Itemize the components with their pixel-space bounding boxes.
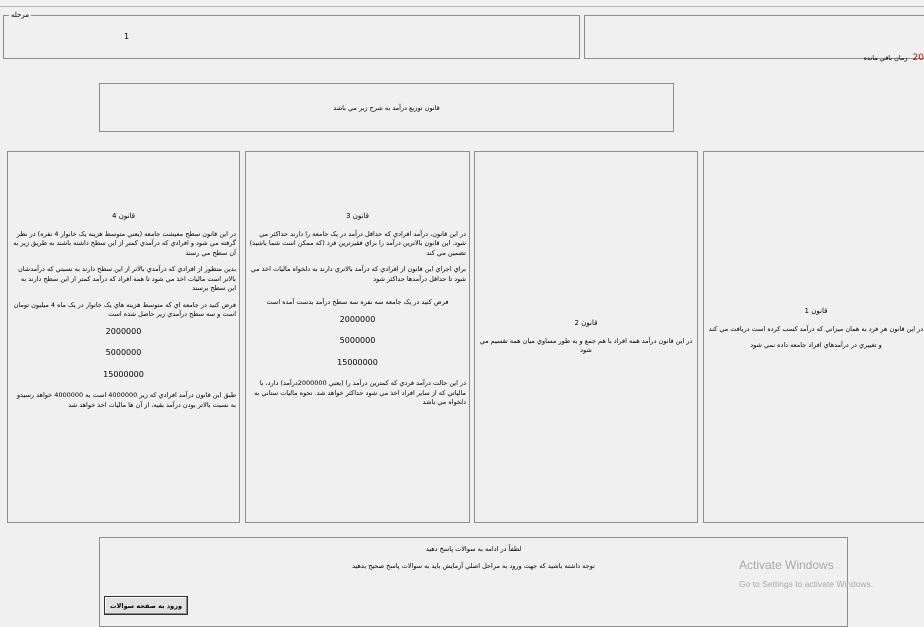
law-4-income-3: 15000000 xyxy=(103,369,144,379)
stage-value: 1 xyxy=(124,32,130,41)
law-3-title: قانون 3 xyxy=(346,212,369,220)
instructions-line-2: توجه داشته باشيد که جهت ورود به مراحل اص… xyxy=(352,562,595,570)
activate-windows-subtitle: Go to Settings to activate Windows. xyxy=(739,579,874,589)
law-4-paragraph-1: در اين قانون سطح معيشت جامعه (يعني متوسط… xyxy=(13,229,236,257)
law-4-paragraph-2: بدين منظور از افرادي که درآمدي بالاتر از… xyxy=(18,265,236,292)
law-4-title: قانون 4 xyxy=(112,212,135,220)
timer-value: 20 xyxy=(912,53,924,63)
timer: 20 زمان باقي مانده xyxy=(864,53,924,63)
intro-text: قانون توزيع درآمد به شرح زير مي باشد xyxy=(333,103,440,112)
law-1-title: قانون 1 xyxy=(804,307,828,315)
law-2-paragraph-1: در اين قانون درآمد همه افراد با هم جمع و… xyxy=(479,336,693,355)
top-divider xyxy=(0,6,924,7)
law-4-income-2: 5000000 xyxy=(105,348,142,357)
instructions-line-1: لطفاً در ادامه به سوالات پاسخ دهيد xyxy=(425,545,522,553)
law-3-panel: قانون 3 در اين قانون، درآمد افرادي که حد… xyxy=(245,151,470,523)
stage-groupbox xyxy=(3,15,580,59)
timer-label: زمان باقي مانده xyxy=(863,54,908,62)
law-3-paragraph-2: براي اجراي اين قانون از افرادي که درآمد … xyxy=(250,265,466,283)
law-3-paragraph-1: در اين قانون، درآمد افرادي که حداقل درآم… xyxy=(249,229,466,257)
law-4-paragraph-4: طبق اين قانون درآمد افرادي که زير 400000… xyxy=(16,391,236,409)
law-1-paragraph-1: در اين قانون هر فرد به همان ميزاني که در… xyxy=(708,324,924,333)
instructions-box: لطفاً در ادامه به سوالات پاسخ دهيد توجه … xyxy=(99,537,848,627)
law-3-income-3: 15000000 xyxy=(337,357,378,367)
go-to-questions-button[interactable]: ورود به صفحه سوالات xyxy=(104,596,188,615)
law-4-income-1: 2000000 xyxy=(105,326,142,336)
law-4-panel: قانون 4 در اين قانون سطح معيشت جامعه (يع… xyxy=(7,151,240,523)
law-2-title: قانون 2 xyxy=(574,319,598,327)
activate-windows-title: Activate Windows xyxy=(739,558,834,572)
law-3-income-2: 5000000 xyxy=(339,336,376,345)
law-4-paragraph-3: فرض کنيد در جامعه اي که متوسط هزينه هاي … xyxy=(13,300,236,319)
law-1-paragraph-2: و تغييري در درآمدهاي افراد جامعه داده نم… xyxy=(750,341,882,349)
law-3-paragraph-3: فرض کنيد در يک جامعه سه نفره سه سطح درآم… xyxy=(266,298,449,306)
law-2-panel: قانون 2 در اين قانون درآمد همه افراد با … xyxy=(474,151,698,523)
stage-legend: مرحله xyxy=(9,11,32,19)
timer-box: 20 زمان باقي مانده xyxy=(584,15,924,63)
intro-box: قانون توزيع درآمد به شرح زير مي باشد xyxy=(99,83,674,132)
law-3-paragraph-4: در اين حالت درآمد فردي که کمترين درآمد ر… xyxy=(254,379,466,406)
law-3-income-1: 2000000 xyxy=(339,314,376,324)
law-1-panel: قانون 1 در اين قانون هر فرد به همان ميزا… xyxy=(703,151,924,523)
